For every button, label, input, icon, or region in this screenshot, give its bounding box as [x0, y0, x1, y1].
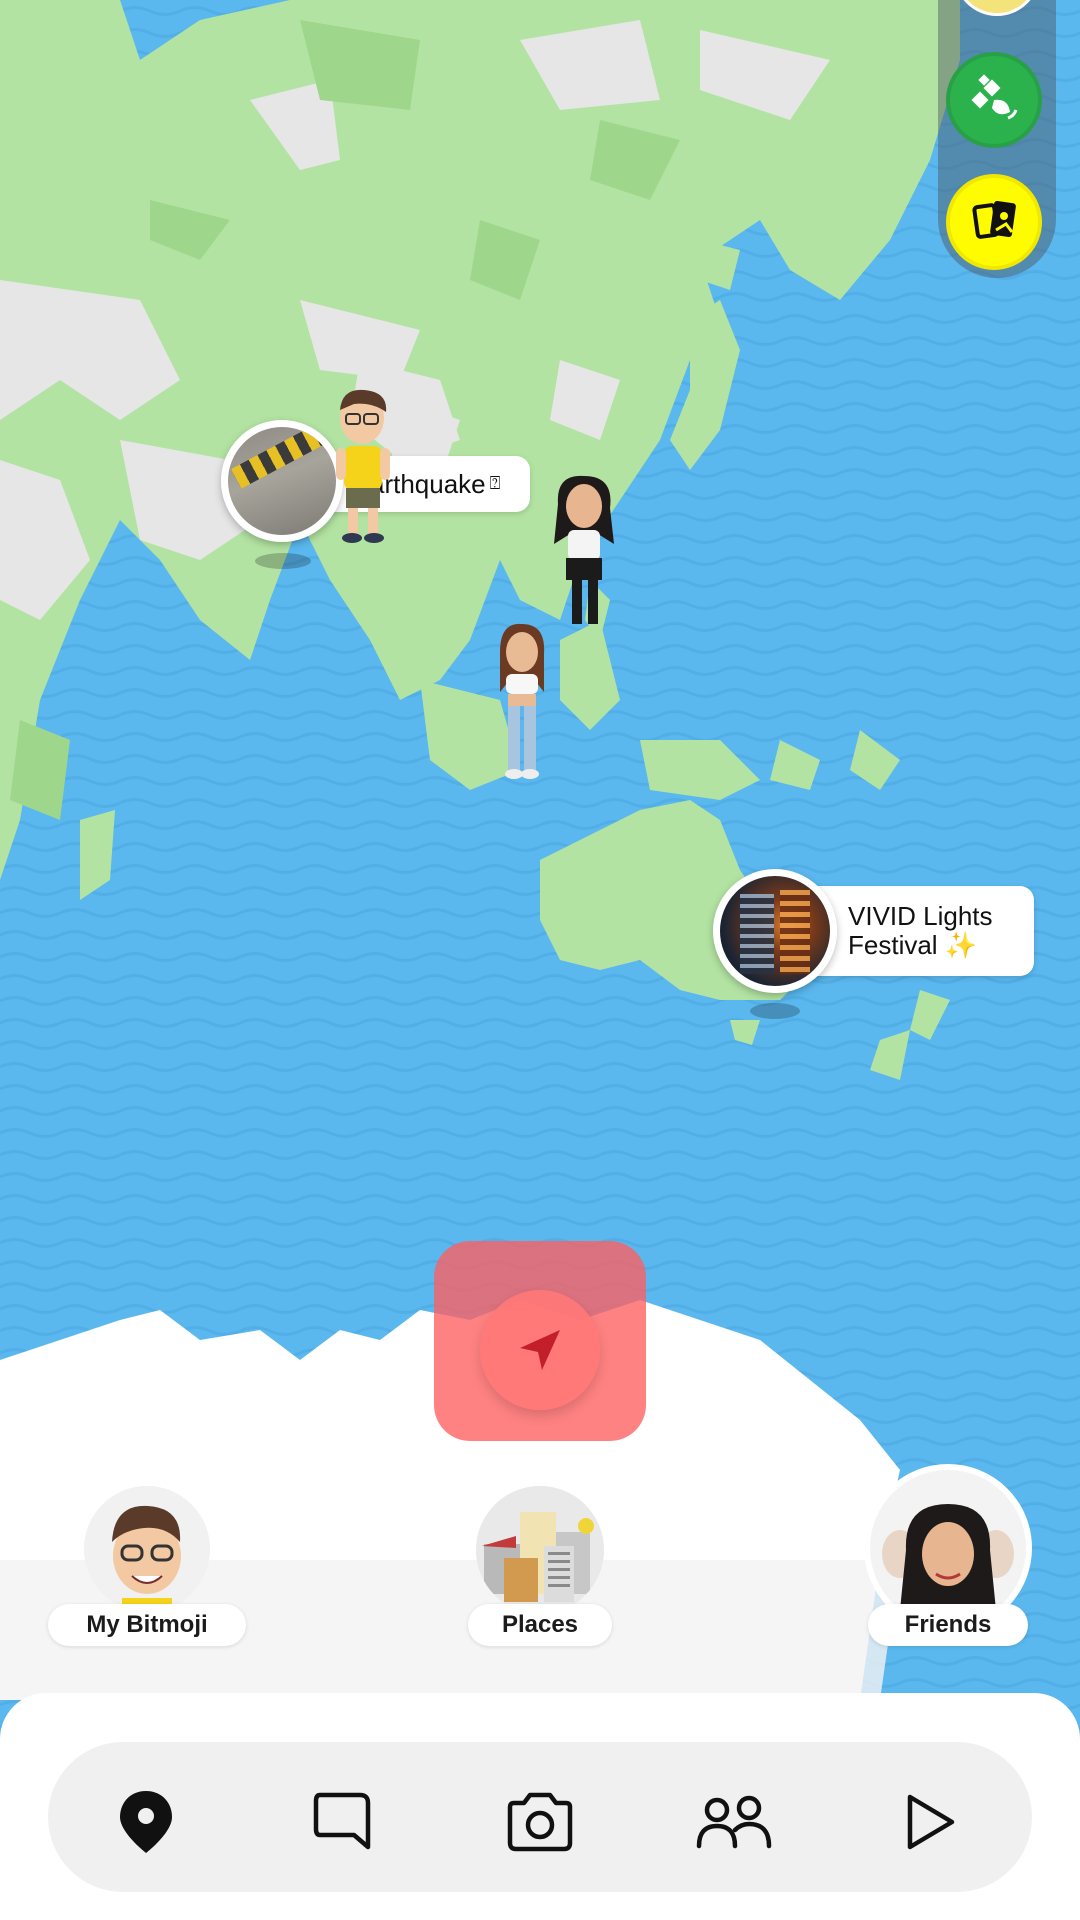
sparkles-icon: ✨ — [944, 930, 978, 960]
my-bitmoji-label[interactable]: My Bitmoji — [48, 1604, 246, 1646]
navigation-arrow-icon — [520, 1330, 560, 1370]
event-shadow — [750, 1003, 800, 1019]
friend-bitmoji-boy[interactable] — [332, 388, 396, 548]
satellite-button[interactable] — [946, 52, 1042, 148]
vivid-festival-thumbnail[interactable] — [713, 869, 837, 993]
nav-map-button[interactable] — [106, 1782, 186, 1862]
map-pin-icon — [120, 1791, 172, 1853]
friends-label[interactable]: Friends — [868, 1604, 1028, 1646]
nav-chat-button[interactable] — [302, 1782, 382, 1862]
friends-icon — [696, 1795, 772, 1849]
camera-icon — [507, 1792, 573, 1852]
city-buildings-icon — [476, 1486, 604, 1614]
places-button[interactable] — [476, 1486, 604, 1614]
my-bitmoji-button[interactable] — [84, 1486, 210, 1612]
nav-camera-button[interactable] — [500, 1782, 580, 1862]
nav-friends-button[interactable] — [694, 1782, 774, 1862]
chat-icon — [313, 1792, 371, 1850]
locate-me-button[interactable] — [480, 1290, 600, 1410]
vivid-festival-line2-wrap: Festival ✨ — [848, 931, 977, 960]
building-lights — [740, 894, 774, 974]
my-bitmoji-avatar — [84, 1486, 210, 1612]
vivid-festival-line2: Festival — [848, 930, 938, 960]
satellite-icon — [971, 74, 1018, 120]
play-icon — [907, 1794, 955, 1850]
building-lights — [780, 890, 810, 974]
friend-bitmoji-girl-2[interactable] — [494, 622, 550, 782]
places-label[interactable]: Places — [468, 1604, 612, 1646]
hazard-tape — [231, 427, 336, 489]
friends-avatars — [870, 1470, 1026, 1626]
earthquake-thumbnail[interactable] — [221, 420, 343, 542]
memories-cards-icon — [972, 201, 1016, 239]
vivid-festival-line1: VIVID Lights — [848, 901, 993, 932]
missing-glyph-icon: ⍰ — [489, 473, 501, 494]
memories-button[interactable] — [946, 174, 1042, 270]
nav-spotlight-button[interactable] — [890, 1782, 970, 1862]
event-shadow — [255, 553, 311, 569]
friend-bitmoji-girl-1[interactable] — [548, 474, 620, 634]
